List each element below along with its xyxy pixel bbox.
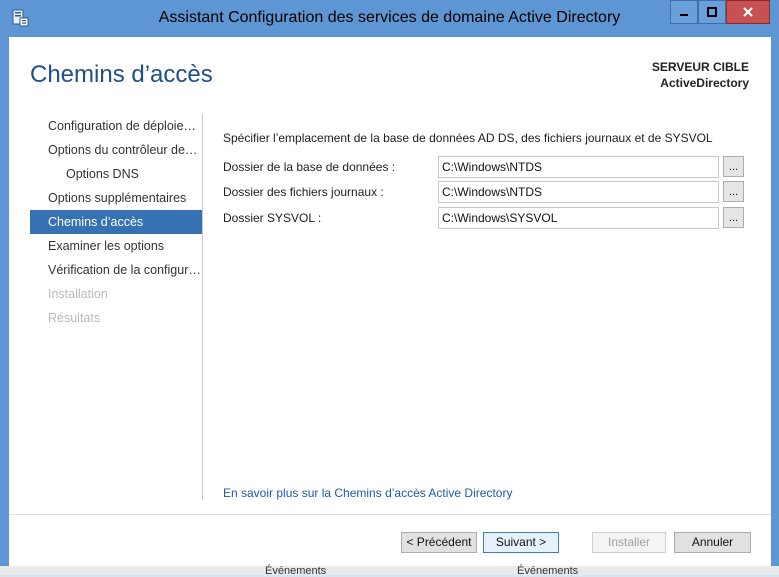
log-folder-input[interactable]	[438, 181, 719, 203]
cancel-button[interactable]: Annuler	[674, 532, 751, 553]
nav-item-installation: Installation	[48, 287, 108, 301]
log-folder-browse-button[interactable]: ...	[723, 181, 744, 202]
learn-more-link[interactable]: En savoir plus sur la Chemins d’accès Ac…	[223, 486, 512, 500]
close-button[interactable]	[726, 0, 770, 24]
title-bar[interactable]: Assistant Configuration des services de …	[0, 0, 779, 37]
wizard-window: Assistant Configuration des services de …	[0, 0, 779, 577]
log-folder-label: Dossier des fichiers journaux :	[223, 185, 384, 199]
nav-item-prerequisites-check[interactable]: Vérification de la configur…	[30, 258, 202, 282]
sysvol-folder-input[interactable]	[438, 207, 719, 229]
database-folder-row: Dossier de la base de données : ...	[223, 156, 753, 178]
install-button: Installer	[592, 532, 666, 553]
footer-divider	[9, 514, 771, 515]
database-folder-label: Dossier de la base de données :	[223, 160, 396, 174]
maximize-icon	[707, 7, 717, 17]
nav-item-paths[interactable]: Chemins d’accès	[30, 210, 202, 234]
database-folder-browse-button[interactable]: ...	[723, 156, 744, 177]
database-folder-input[interactable]	[438, 156, 719, 178]
nav-item-results: Résultats	[48, 311, 101, 325]
nav-item-review-options[interactable]: Examiner les options	[30, 234, 202, 258]
log-folder-row: Dossier des fichiers journaux : ...	[223, 181, 753, 203]
wizard-nav: Configuration de déploie… Options du con…	[30, 114, 202, 330]
nav-item-additional-options[interactable]: Options supplémentaires	[30, 186, 202, 210]
nav-item-deployment[interactable]: Configuration de déploie…	[30, 114, 202, 138]
nav-divider	[202, 114, 203, 500]
nav-item-dns-options[interactable]: Options DNS	[30, 162, 202, 186]
next-button[interactable]: Suivant >	[483, 532, 559, 553]
paths-description: Spécifier l’emplacement de la base de do…	[223, 131, 713, 145]
window-title: Assistant Configuration des services de …	[158, 9, 621, 26]
sysvol-folder-browse-button[interactable]: ...	[723, 207, 744, 228]
minimize-button[interactable]	[670, 0, 698, 24]
previous-button[interactable]: < Précédent	[401, 532, 477, 553]
page-title: Chemins d’accès	[30, 61, 213, 88]
sysvol-folder-row: Dossier SYSVOL : ...	[223, 207, 753, 229]
target-server-label: SERVEUR CIBLE	[651, 60, 749, 74]
target-server: SERVEUR CIBLE ActiveDirectory	[652, 59, 749, 91]
sysvol-folder-label: Dossier SYSVOL :	[223, 211, 322, 225]
minimize-icon	[680, 14, 688, 16]
background-window-strip	[0, 566, 779, 575]
target-server-name: ActiveDirectory	[660, 76, 749, 90]
close-icon	[743, 7, 753, 17]
nav-item-dc-options[interactable]: Options du contrôleur de…	[30, 138, 202, 162]
maximize-button[interactable]	[698, 0, 726, 24]
wizard-client-area: Chemins d’accès SERVEUR CIBLE ActiveDire…	[9, 37, 771, 566]
